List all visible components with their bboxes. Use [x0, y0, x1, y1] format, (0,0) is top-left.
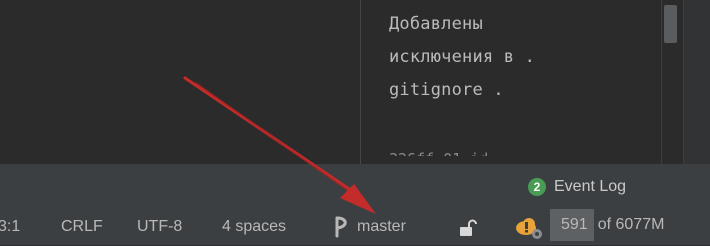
memory-used-fill: 591	[550, 209, 594, 241]
scrollbar-thumb[interactable]	[664, 5, 677, 43]
memory-total-label: of 6077M	[597, 216, 665, 233]
encoding-widget[interactable]: UTF-8	[137, 217, 182, 237]
indent-widget[interactable]: 4 spaces	[222, 217, 286, 237]
event-log-label: Event Log	[554, 178, 627, 195]
git-branch-widget[interactable]: master	[332, 216, 406, 238]
commit-details-panel: Добавлены исключения в . gitignore . 326…	[361, 0, 710, 165]
commit-message: Добавлены исключения в . gitignore .	[389, 8, 659, 107]
commit-hash-line: 326ff 01 id	[389, 144, 488, 156]
commit-message-line: Добавлены	[389, 14, 483, 34]
line-separator-widget[interactable]: CRLF	[61, 217, 103, 237]
scrollbar-track	[661, 0, 662, 165]
git-branch-icon	[335, 216, 347, 238]
commit-message-line: gitignore .	[389, 80, 504, 100]
memory-indicator[interactable]: 591 of 6077M	[550, 209, 705, 241]
panel-edge-gutter	[683, 0, 710, 165]
event-log-button[interactable]: 2 Event Log	[528, 177, 626, 197]
caret-position[interactable]: 3:1	[0, 217, 20, 237]
lock-open-icon[interactable]	[459, 219, 479, 239]
editor-area	[0, 0, 360, 165]
git-branch-name: master	[357, 218, 406, 235]
warning-cloud-icon[interactable]	[515, 216, 545, 239]
commit-message-line: исключения в .	[389, 47, 536, 67]
event-count-badge: 2	[528, 178, 546, 196]
